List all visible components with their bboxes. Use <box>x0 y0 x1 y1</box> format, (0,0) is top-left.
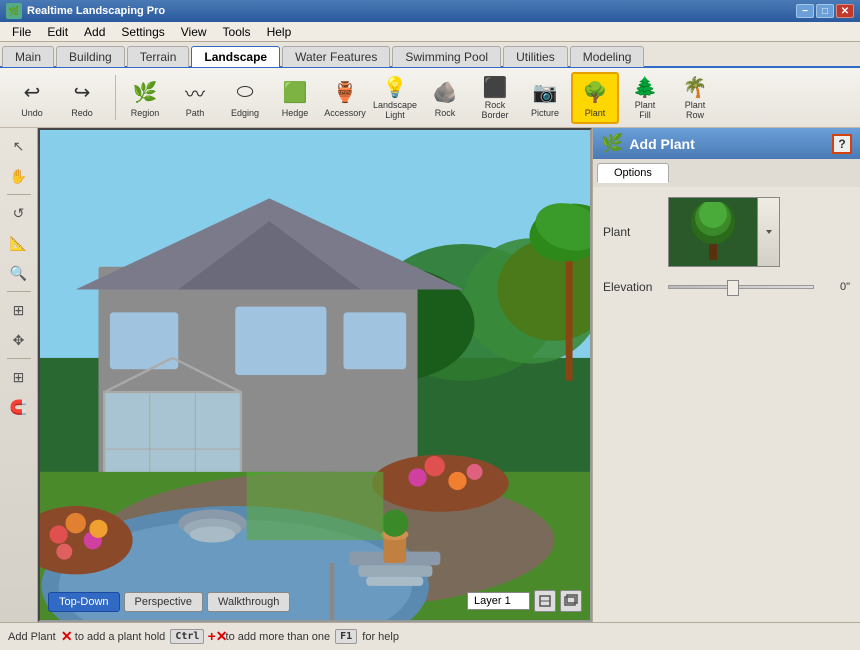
app-icon: 🌿 <box>6 3 22 19</box>
tab-swimming-pool[interactable]: Swimming Pool <box>392 46 501 67</box>
rock-button[interactable]: 🪨Rock <box>421 72 469 124</box>
scene-view: ✋ <box>40 130 590 620</box>
right-panel: 🌿 Add Plant ? Options Plant <box>592 128 860 622</box>
left-toolbar: ↖✋↺📐🔍⊞✥⊞🧲 <box>0 128 38 622</box>
tab-landscape[interactable]: Landscape <box>191 46 280 67</box>
status-text-add-plant: Add Plant <box>8 631 56 643</box>
panel-title: 🌿 Add Plant <box>601 133 695 154</box>
picture-button[interactable]: 📷Picture <box>521 72 569 124</box>
redo-button[interactable]: ↪Redo <box>58 72 106 124</box>
hand-pan-left-btn[interactable]: ✋ <box>5 162 33 190</box>
path-button[interactable]: 〰Path <box>171 72 219 124</box>
menu-item-settings[interactable]: Settings <box>113 23 172 41</box>
zoom-left-btn[interactable]: 🔍 <box>5 259 33 287</box>
main-content: ↖✋↺📐🔍⊞✥⊞🧲 <box>0 128 860 622</box>
accessory-button[interactable]: 🏺Accessory <box>321 72 369 124</box>
plant-preview-svg <box>678 202 748 262</box>
tab-building[interactable]: Building <box>56 46 125 67</box>
panel-plant-icon: 🌿 <box>601 133 623 154</box>
titlebar: 🌿 Realtime Landscaping Pro − □ ✕ <box>0 0 860 22</box>
view-buttons: Top-Down Perspective Walkthrough <box>48 592 290 612</box>
move3d-left-btn[interactable]: ✥ <box>5 326 33 354</box>
layer-area: Layer 1 <box>467 590 582 612</box>
status-ctrl-key: Ctrl <box>170 629 204 644</box>
undo-redo-group: ↩Undo↪Redo <box>8 72 106 124</box>
elevation-label: Elevation <box>603 280 668 294</box>
tab-terrain[interactable]: Terrain <box>127 46 190 67</box>
magnet-left-btn[interactable]: 🧲 <box>5 393 33 421</box>
left-sep-2 <box>7 194 31 195</box>
menu-item-add[interactable]: Add <box>76 23 113 41</box>
status-text-hold: hold <box>145 631 166 643</box>
menu-item-edit[interactable]: Edit <box>39 23 76 41</box>
menu-item-help[interactable]: Help <box>259 23 300 41</box>
status-f1-key: F1 <box>335 629 357 644</box>
status-text-click: to add a plant <box>75 631 142 643</box>
menubar: FileEditAddSettingsViewToolsHelp <box>0 22 860 42</box>
status-text-help: for help <box>362 631 399 643</box>
menu-item-view[interactable]: View <box>173 23 215 41</box>
hedge-button[interactable]: 🟩Hedge <box>271 72 319 124</box>
menu-item-file[interactable]: File <box>4 23 39 41</box>
status-text-more: to add more than one <box>226 631 331 643</box>
landscape-light-button[interactable]: 💡LandscapeLight <box>371 72 419 124</box>
statusbar: Add Plant ✕ to add a plant hold Ctrl +✕ … <box>0 622 860 650</box>
elevation-field-row: Elevation 0" <box>603 279 850 295</box>
minimize-button[interactable]: − <box>796 4 814 18</box>
plant-button[interactable]: 🌳Plant <box>571 72 619 124</box>
tab-modeling[interactable]: Modeling <box>570 46 645 67</box>
window-controls: − □ ✕ <box>796 4 854 18</box>
toolbar: ↩Undo↪Redo 🌿Region〰Path⬭Edging🟩Hedge🏺Acce… <box>0 68 860 128</box>
panel-tab-options[interactable]: Options <box>597 163 669 183</box>
status-click-icon-2: +✕ <box>210 629 226 645</box>
top-down-view-btn[interactable]: Top-Down <box>48 592 120 612</box>
plant-field-row: Plant <box>603 197 850 267</box>
toolbar-sep-0 <box>115 75 116 120</box>
plant-fill-button[interactable]: 🌲PlantFill <box>621 72 669 124</box>
crop-left-btn[interactable]: ⊞ <box>5 296 33 324</box>
panel-help-button[interactable]: ? <box>832 134 852 154</box>
region-button[interactable]: 🌿Region <box>121 72 169 124</box>
tabbar: MainBuildingTerrainLandscapeWater Featur… <box>0 42 860 68</box>
select-left-btn[interactable]: ↖ <box>5 132 33 160</box>
edging-button[interactable]: ⬭Edging <box>221 72 269 124</box>
app-title: Realtime Landscaping Pro <box>27 5 796 17</box>
maximize-button[interactable]: □ <box>816 4 834 18</box>
left-sep-7 <box>7 358 31 359</box>
perspective-view-btn[interactable]: Perspective <box>124 592 203 612</box>
layer-select[interactable]: Layer 1 <box>467 592 530 610</box>
walkthrough-view-btn[interactable]: Walkthrough <box>207 592 290 612</box>
panel-body: Plant <box>593 187 860 622</box>
rock-border-button[interactable]: ⬛RockBorder <box>471 72 519 124</box>
left-sep-5 <box>7 291 31 292</box>
undo-button[interactable]: ↩Undo <box>8 72 56 124</box>
panel-header: 🌿 Add Plant ? <box>593 128 860 159</box>
close-button[interactable]: ✕ <box>836 4 854 18</box>
tab-main[interactable]: Main <box>2 46 54 67</box>
elevation-value: 0" <box>820 281 850 293</box>
status-click-icon: ✕ <box>59 629 75 645</box>
plant-label: Plant <box>603 225 668 239</box>
rotate-left-btn[interactable]: ↺ <box>5 199 33 227</box>
elevation-slider-thumb[interactable] <box>727 280 739 296</box>
menu-item-tools[interactable]: Tools <box>215 23 259 41</box>
grid-left-btn[interactable]: ⊞ <box>5 363 33 391</box>
plant-dropdown-btn[interactable] <box>758 197 780 267</box>
panel-tabs-bar: Options <box>593 159 860 187</box>
layer-btn-2[interactable] <box>560 590 582 612</box>
tab-water-features[interactable]: Water Features <box>282 46 390 67</box>
plant-row-button[interactable]: 🌴PlantRow <box>671 72 719 124</box>
layer-btn-1[interactable] <box>534 590 556 612</box>
tab-utilities[interactable]: Utilities <box>503 46 568 67</box>
viewport[interactable]: ✋ Top-Down Perspective Walkthrough Layer… <box>38 128 592 622</box>
plant-preview[interactable] <box>668 197 758 267</box>
elevation-slider-track <box>668 285 814 289</box>
measure-left-btn[interactable]: 📐 <box>5 229 33 257</box>
